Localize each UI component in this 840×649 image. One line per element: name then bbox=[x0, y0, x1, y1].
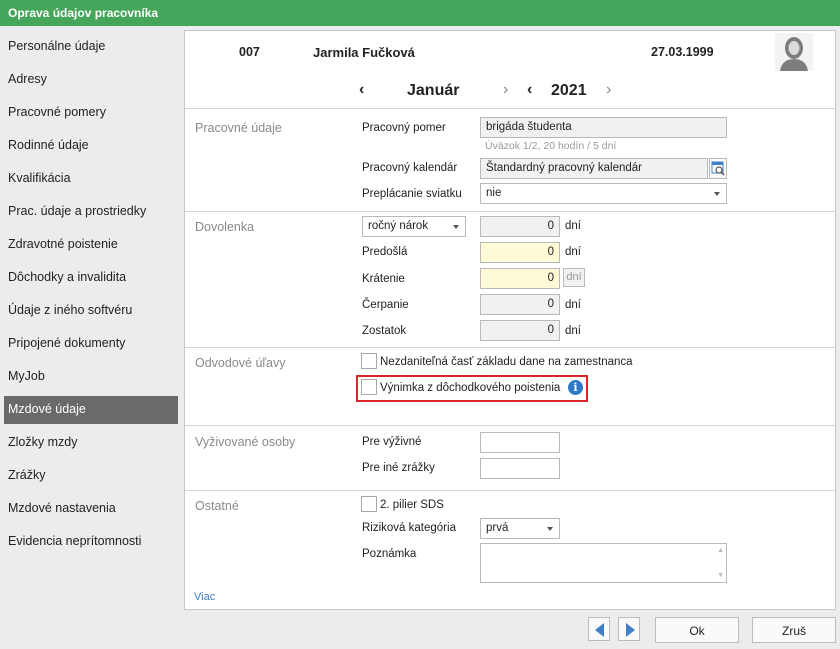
sidebar-item-personalne[interactable]: Personálne údaje bbox=[4, 33, 178, 61]
sidebar-item-mzdove-udaje[interactable]: Mzdové údaje bbox=[4, 396, 178, 424]
sidebar-item-mzdove-nastavenia[interactable]: Mzdové nastavenia bbox=[4, 495, 178, 523]
pilier-checkbox[interactable] bbox=[361, 496, 377, 512]
zostatok-field[interactable]: 0 bbox=[480, 320, 560, 341]
kratenie-field[interactable]: 0 bbox=[480, 268, 560, 289]
sidebar-item-dochodky[interactable]: Dôchodky a invalidita bbox=[4, 264, 178, 292]
unit-label: dní bbox=[565, 220, 581, 232]
sidebar-item-dokumenty[interactable]: Pripojené dokumenty bbox=[4, 330, 178, 358]
section-title-pracovne: Pracovné údaje bbox=[195, 121, 282, 135]
main-panel: 007 Jarmila Fučková 27.03.1999 ‹ Január … bbox=[184, 30, 836, 610]
scroll-down-icon[interactable]: ▼ bbox=[717, 572, 724, 579]
sviatok-select[interactable]: nie bbox=[480, 183, 727, 204]
cerpanie-field[interactable]: 0 bbox=[480, 294, 560, 315]
vynimka-checkbox[interactable] bbox=[361, 379, 377, 395]
vacation-type-value: ročný nárok bbox=[368, 220, 429, 232]
next-month-arrow[interactable]: › bbox=[503, 81, 508, 99]
month-label: Január bbox=[407, 82, 460, 99]
pomer-field[interactable]: brigáda študenta bbox=[480, 117, 727, 138]
section-title-ostatne: Ostatné bbox=[195, 499, 239, 513]
window-title: Oprava údajov pracovníka bbox=[0, 0, 840, 26]
ine-zrazky-field[interactable] bbox=[480, 458, 560, 479]
poznamka-label: Poznámka bbox=[362, 548, 417, 560]
chevron-down-icon bbox=[714, 192, 720, 196]
poznamka-textarea[interactable]: ▲ ▼ bbox=[480, 543, 727, 583]
ok-button[interactable]: Ok bbox=[655, 617, 739, 643]
sidebar-item-kvalifikacia[interactable]: Kvalifikácia bbox=[4, 165, 178, 193]
chevron-down-icon bbox=[547, 527, 553, 531]
nezdanitelna-checkbox[interactable] bbox=[361, 353, 377, 369]
separator bbox=[185, 211, 835, 212]
sidebar-item-pracovne-pomery[interactable]: Pracovné pomery bbox=[4, 99, 178, 127]
employee-name: Jarmila Fučková bbox=[313, 45, 415, 60]
section-title-odvodove: Odvodové úľavy bbox=[195, 356, 286, 370]
sidebar-item-zlozky-mzdy[interactable]: Zložky mzdy bbox=[4, 429, 178, 457]
vacation-total-field[interactable]: 0 bbox=[480, 216, 560, 237]
kratenie-unit-button[interactable]: dní bbox=[563, 268, 585, 287]
kratenie-label: Krátenie bbox=[362, 273, 405, 285]
prev-year-arrow[interactable]: ‹ bbox=[527, 81, 532, 99]
sidebar-item-myjob[interactable]: MyJob bbox=[4, 363, 178, 391]
next-year-arrow[interactable]: › bbox=[606, 81, 611, 99]
sviatok-label: Preplácanie sviatku bbox=[362, 188, 462, 200]
separator bbox=[185, 347, 835, 348]
ine-zrazky-label: Pre iné zrážky bbox=[362, 462, 435, 474]
cancel-button[interactable]: Zruš bbox=[752, 617, 836, 643]
separator bbox=[185, 490, 835, 491]
previous-record-button[interactable] bbox=[588, 617, 610, 641]
riziko-value: prvá bbox=[486, 522, 509, 534]
section-title-vyzivovane: Vyživované osoby bbox=[195, 435, 296, 449]
uvazok-text: Úväzok 1/2, 20 hodín / 5 dní bbox=[485, 140, 617, 152]
nezdanitelna-label: Nezdaniteľná časť základu dane na zamest… bbox=[380, 356, 633, 368]
sidebar-item-zdravotne[interactable]: Zdravotné poistenie bbox=[4, 231, 178, 259]
kalendar-label: Pracovný kalendár bbox=[362, 162, 458, 174]
scroll-up-icon[interactable]: ▲ bbox=[717, 547, 724, 554]
arrow-right-icon bbox=[626, 623, 635, 637]
cerpanie-label: Čerpanie bbox=[362, 299, 409, 311]
arrow-left-icon bbox=[595, 623, 604, 637]
info-icon[interactable]: i bbox=[568, 380, 583, 395]
employee-id: 007 bbox=[239, 45, 260, 59]
kalendar-field[interactable]: Štandardný pracovný kalendár bbox=[480, 158, 708, 179]
prev-month-arrow[interactable]: ‹ bbox=[359, 81, 364, 99]
predosla-label: Predošlá bbox=[362, 246, 408, 258]
next-record-button[interactable] bbox=[618, 617, 640, 641]
vyzivne-label: Pre výživné bbox=[362, 436, 422, 448]
sviatok-value: nie bbox=[486, 187, 502, 199]
separator bbox=[185, 108, 835, 109]
zostatok-label: Zostatok bbox=[362, 325, 407, 337]
unit-label: dní bbox=[565, 299, 581, 311]
vacation-type-select[interactable]: ročný nárok bbox=[362, 216, 466, 237]
chevron-down-icon bbox=[453, 225, 459, 229]
unit-label: dní bbox=[565, 325, 581, 337]
sidebar-item-rodinne[interactable]: Rodinné údaje bbox=[4, 132, 178, 160]
sidebar-item-evidencia[interactable]: Evidencia neprítomnosti bbox=[4, 528, 178, 556]
sidebar-item-ine-softver[interactable]: Údaje z iného softvéru bbox=[4, 297, 178, 325]
more-link[interactable]: Viac bbox=[194, 591, 215, 603]
unit-label: dní bbox=[565, 246, 581, 258]
vyzivne-field[interactable] bbox=[480, 432, 560, 453]
avatar-icon bbox=[775, 33, 813, 71]
employee-birth-date: 27.03.1999 bbox=[651, 45, 714, 59]
sidebar: Personálne údaje Adresy Pracovné pomery … bbox=[0, 30, 182, 610]
year-label: 2021 bbox=[551, 82, 587, 99]
pilier-label: 2. pilier SDS bbox=[380, 499, 444, 511]
sidebar-item-adresy[interactable]: Adresy bbox=[4, 66, 178, 94]
riziko-select[interactable]: prvá bbox=[480, 518, 560, 539]
pomer-label: Pracovný pomer bbox=[362, 122, 446, 134]
predosla-field[interactable]: 0 bbox=[480, 242, 560, 263]
separator bbox=[185, 425, 835, 426]
riziko-label: Riziková kategória bbox=[362, 522, 456, 534]
sidebar-item-zrazky[interactable]: Zrážky bbox=[4, 462, 178, 490]
vynimka-label: Výnimka z dôchodkového poistenia bbox=[380, 382, 561, 394]
sidebar-item-prac-udaje[interactable]: Prac. údaje a prostriedky bbox=[4, 198, 178, 226]
calendar-lookup-icon[interactable] bbox=[709, 158, 727, 179]
section-title-dovolenka: Dovolenka bbox=[195, 220, 255, 234]
